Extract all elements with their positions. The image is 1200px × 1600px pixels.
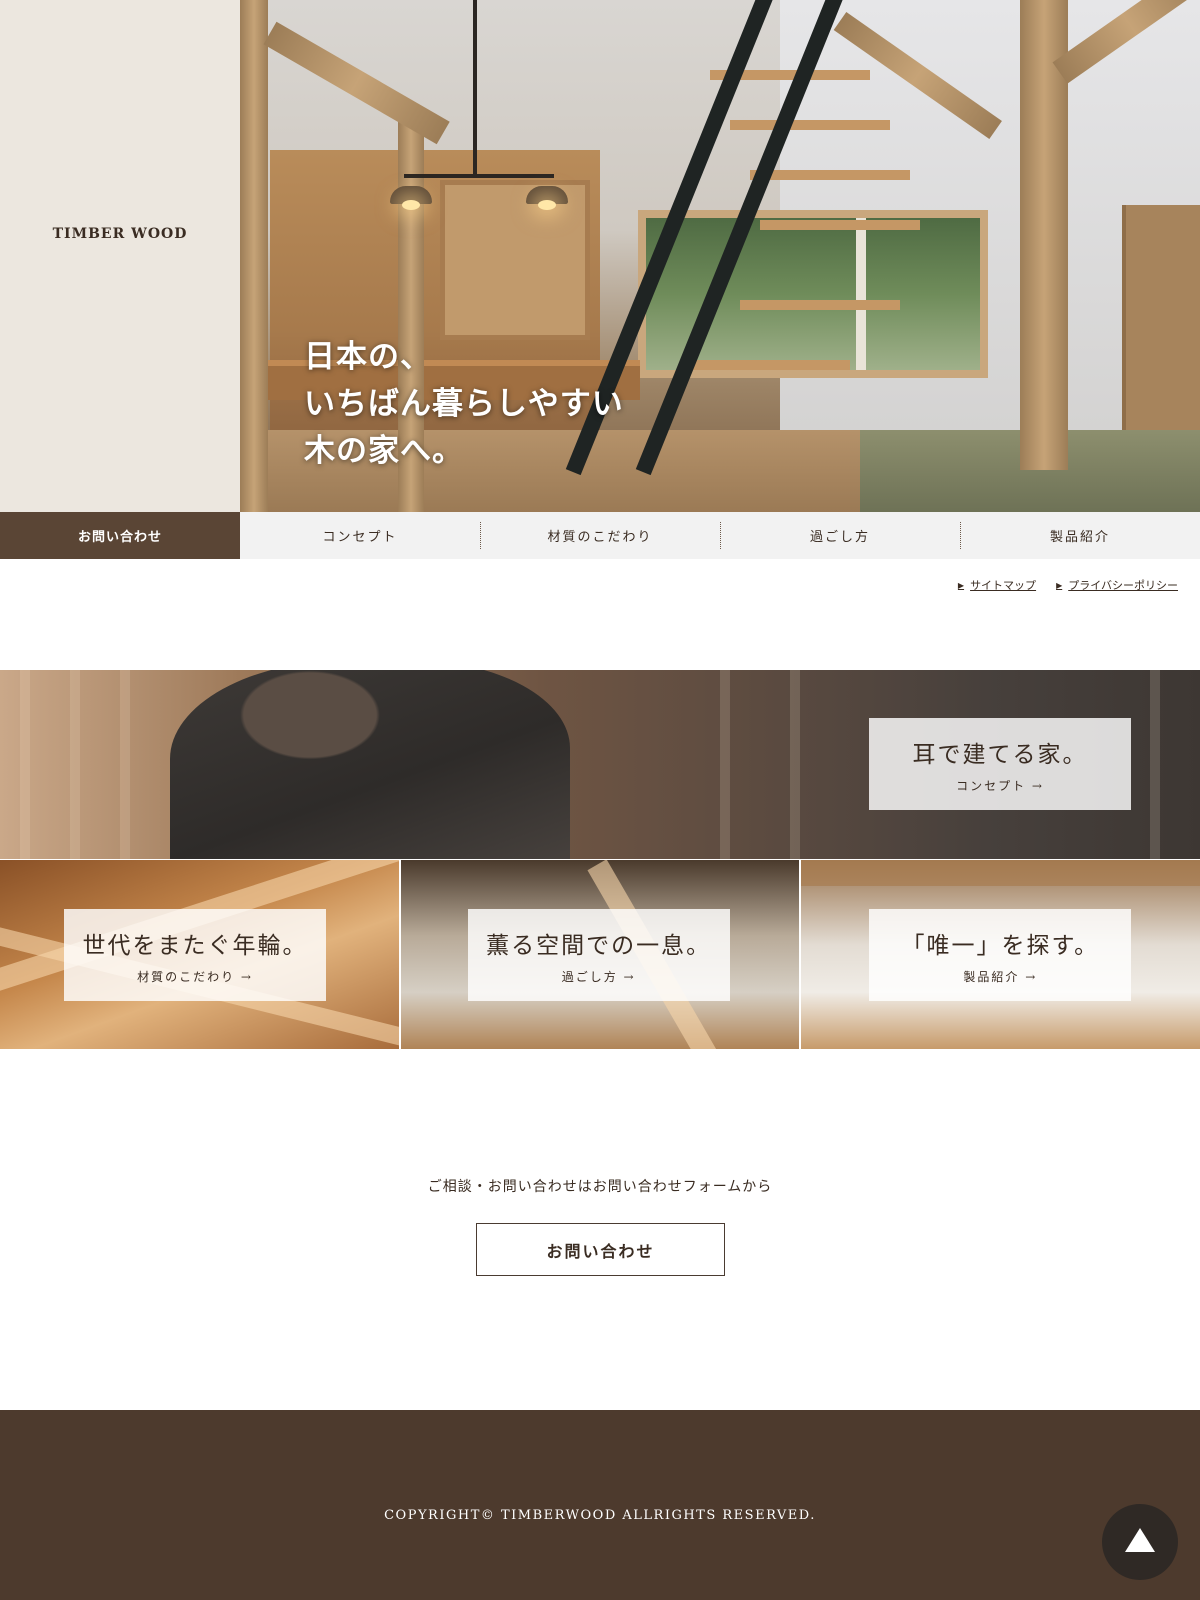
feature-title: 耳で建てる家。	[912, 741, 1088, 768]
stair-step	[690, 360, 850, 370]
hero-line: 日本の、	[304, 339, 432, 375]
triangle-right-icon: ▶	[957, 580, 965, 590]
feature-label: 世代をまたぐ年輪。 材質のこだわり →	[64, 909, 326, 1001]
utility-links: ▶ サイトマップ ▶ プライバシーポリシー	[958, 577, 1178, 593]
stair-step	[760, 220, 920, 230]
sitemap-link[interactable]: ▶ サイトマップ	[958, 577, 1036, 593]
lamp-stem	[473, 0, 477, 176]
hero-catchcopy: 日本の、 いちばん暮らしやすい 木の家へ。	[304, 334, 624, 475]
hero-door	[1122, 205, 1200, 430]
feature-link[interactable]: コンセプト →	[956, 777, 1044, 794]
nav-item-concept[interactable]: コンセプト	[240, 512, 480, 559]
wood-slat	[70, 670, 80, 859]
hero-shelf	[440, 180, 590, 340]
feature-label: 薫る空間での一息。 過ごし方 →	[467, 909, 730, 1001]
feature-label: 耳で建てる家。 コンセプト →	[869, 718, 1131, 810]
pendant-lamp-icon	[390, 186, 432, 210]
feature-card-products[interactable]: 「唯一」を探す。 製品紹介 →	[801, 860, 1200, 1049]
ceiling-beam	[801, 860, 1200, 886]
feature-cards: 世代をまたぐ年輪。 材質のこだわり → 薫る空間での一息。 過ごし方 → 「唯一…	[0, 860, 1200, 1049]
privacy-policy-link-label: プライバシーポリシー	[1068, 579, 1178, 592]
nav-menu: コンセプト 材質のこだわり 過ごし方 製品紹介	[240, 512, 1200, 559]
timber-brace	[263, 21, 450, 145]
contact-button[interactable]: お問い合わせ	[476, 1223, 725, 1276]
stair-step	[750, 170, 910, 180]
global-nav: お問い合わせ コンセプト 材質のこだわり 過ごし方 製品紹介	[0, 512, 1200, 559]
feature-link[interactable]: 材質のこだわり →	[137, 968, 253, 985]
site-logo[interactable]: TIMBER WOOD	[53, 226, 188, 242]
nav-item-lifestyle[interactable]: 過ごし方	[720, 512, 960, 559]
wood-slat	[1150, 670, 1160, 859]
nav-item-products[interactable]: 製品紹介	[960, 512, 1200, 559]
feature-link[interactable]: 過ごし方 →	[562, 968, 636, 985]
feature-card-material[interactable]: 世代をまたぐ年輪。 材質のこだわり →	[0, 860, 399, 1049]
sitemap-link-label: サイトマップ	[970, 579, 1037, 592]
feature-title: 薫る空間での一息。	[486, 932, 712, 959]
copyright: COPYRIGHT© TIMBERWOOD ALLRIGHTS RESERVED…	[384, 1508, 816, 1523]
header: TIMBER WOOD 日本の、 いちばん暮らしやすい 木の家へ。	[0, 0, 1200, 512]
feature-card-lifestyle[interactable]: 薫る空間での一息。 過ごし方 →	[400, 860, 800, 1049]
triangle-right-icon: ▶	[1056, 580, 1063, 590]
lamp-rod	[404, 174, 554, 178]
nav-item-material[interactable]: 材質のこだわり	[480, 512, 720, 559]
feature-title: 世代をまたぐ年輪。	[82, 932, 308, 959]
page-top-button[interactable]	[1102, 1504, 1178, 1580]
brand-panel: TIMBER WOOD	[0, 0, 240, 512]
stair-step	[740, 300, 900, 310]
privacy-policy-link[interactable]: ▶ プライバシーポリシー	[1056, 577, 1178, 593]
footer: COPYRIGHT© TIMBERWOOD ALLRIGHTS RESERVED…	[0, 1410, 1200, 1600]
hero-line: 木の家へ。	[304, 433, 464, 469]
wood-slat	[720, 670, 730, 859]
hero-image: 日本の、 いちばん暮らしやすい 木の家へ。	[240, 0, 1200, 512]
nav-contact-button[interactable]: お問い合わせ	[0, 512, 240, 559]
feature-banner-concept[interactable]: 耳で建てる家。 コンセプト →	[0, 670, 1200, 859]
feature-label: 「唯一」を探す。 製品紹介 →	[869, 909, 1132, 1001]
wood-slat	[790, 670, 800, 859]
arrow-up-triangle-icon	[1125, 1528, 1155, 1552]
timber-post	[240, 0, 268, 512]
craftsman-photo	[170, 670, 570, 859]
feature-title: 「唯一」を探す。	[901, 932, 1100, 959]
pendant-lamp-icon	[526, 186, 568, 210]
contact-lead: ご相談・お問い合わせはお問い合わせフォームから	[427, 1179, 773, 1195]
wood-slat	[20, 670, 30, 859]
wood-slat	[120, 670, 130, 859]
stair-step	[730, 120, 890, 130]
hero-line: いちばん暮らしやすい	[304, 386, 624, 422]
feature-link[interactable]: 製品紹介 →	[963, 968, 1037, 985]
